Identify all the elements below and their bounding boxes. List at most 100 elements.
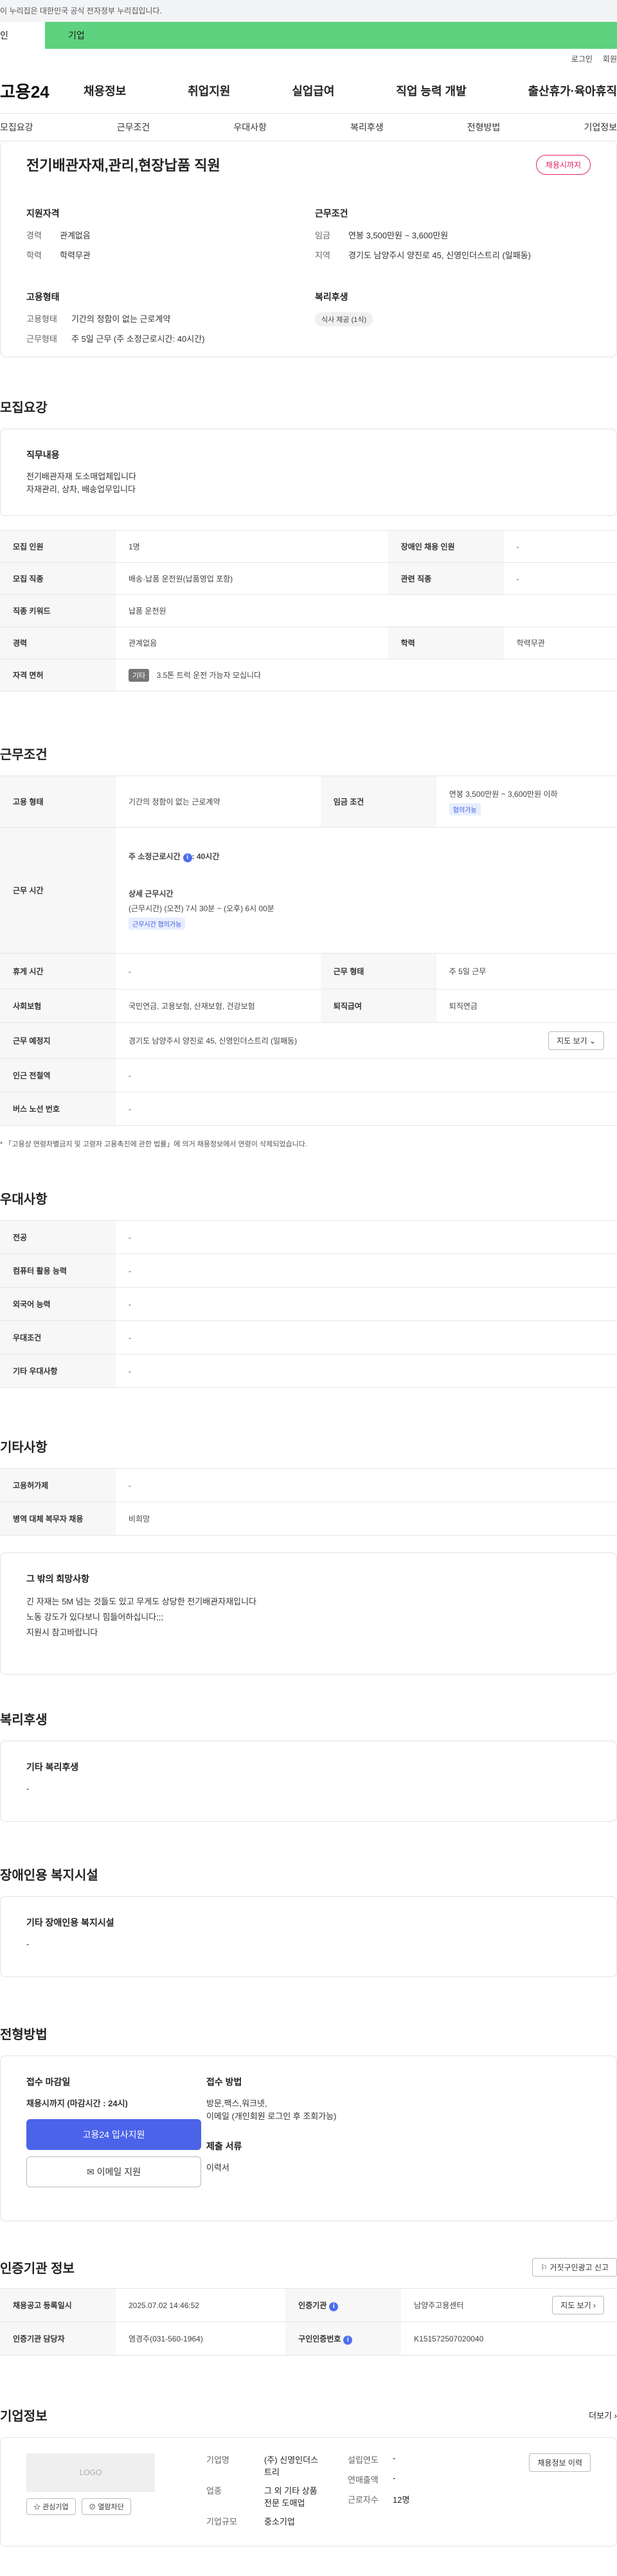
benefit-section: 복리후생 기타 복리후생 - (0, 1709, 617, 1822)
label: 채용공고 등록일시 (0, 2288, 116, 2322)
value: 비희망 (116, 1502, 617, 1536)
gnb-item-unemployment-benefit[interactable]: 실업급여 (292, 82, 334, 99)
etc-section: 기타사항 고용허가제 - 병역 대체 복무자 채용 비희망 그 밖의 희망사항 긴 … (0, 1437, 617, 1674)
table-row: 인근 전철역 - (0, 1058, 617, 1092)
label: 근무 형태 (320, 953, 436, 990)
gnb-item-employment-support[interactable]: 취업지원 (188, 82, 230, 99)
label: 퇴직급여 (320, 989, 436, 1023)
job-history-button[interactable]: 채용정보 이력 (529, 2453, 591, 2472)
job-summary-card: 전기배관자재,관리,현장납품 직원 채용시까지 지원자격 경력 관계없음 학력 학력… (0, 141, 617, 357)
subnav-recruit[interactable]: 모집요강 (0, 121, 33, 134)
label: 구인인증번호 (298, 2334, 341, 2343)
value: 국민연금, 고용보험, 산재보험, 건강보험 (116, 989, 321, 1023)
report-false-ad-button[interactable]: ⚐ 거짓구인광고 신고 (532, 2258, 617, 2277)
label: 임금 조건 (320, 776, 436, 828)
label: 고용 형태 (0, 776, 116, 828)
table-row: 직종 키워드 납품 운전원 (0, 594, 617, 627)
facility-box: 기타 장애인용 복지시설 - (0, 1896, 617, 1977)
job-title: 전기배관자재,관리,현장납품 직원 (26, 157, 220, 173)
value: 중소기업 (264, 2517, 295, 2527)
value: - (116, 1287, 617, 1321)
table-row: 자격 면허 기타 3.5톤 트럭 운전 가능자 모십니다 (0, 659, 617, 691)
duty-line: 자재관리, 상차, 배송업무입니다 (26, 484, 136, 494)
subnav-benefits[interactable]: 복리후생 (350, 121, 384, 134)
label: 임금 (315, 231, 330, 240)
work-section: 근무조건 고용 형태 기간의 정함이 없는 근로계약 임금 조건 연봉 3,50… (0, 744, 617, 1149)
label: 경력 (0, 626, 116, 659)
report-icon: ⚐ (541, 2263, 548, 2272)
company-info: 기업명 (주) 신영인더스 트리 업종 그 외 기타 상품 전문 도매업 기업규모 중소기… (206, 2453, 591, 2530)
tab-personal[interactable]: 인 (0, 22, 45, 49)
summary-employment: 고용형태 고용형태 기간의 정함이 없는 근로계약 근무형태 주 5일 근무 (주 … (26, 290, 302, 352)
user-type-tabs: 인 기업 (0, 22, 617, 49)
value: - (503, 562, 617, 595)
login-link[interactable]: 로그인 (571, 53, 593, 64)
info-icon[interactable]: i (183, 853, 192, 862)
value: 염경주(031-560-1964) (116, 2322, 286, 2356)
table-row: 모집 직종 배송·납품 운전원(납품영업 포함) 관련 직종 - (0, 562, 617, 595)
subnav-conditions[interactable]: 근무조건 (117, 121, 150, 134)
company-box: LOGO ☆ 관심기업 ⊘ 열람차단 기업명 (주) 신영인더스 트리 업종 그 외 … (0, 2437, 617, 2546)
subnav-company[interactable]: 기업정보 (584, 121, 617, 134)
label: 휴게 시간 (0, 953, 116, 990)
label: 장애인 채용 인원 (388, 530, 504, 563)
gnb-item-parental-leave[interactable]: 출산휴가·육아휴직 (528, 82, 617, 99)
value: 3.5톤 트럭 운전 가능자 모십니다 (156, 670, 262, 680)
label: 전공 (0, 1220, 116, 1254)
value: - (116, 1220, 617, 1254)
join-link[interactable]: 회원 (603, 53, 617, 64)
site-logo[interactable]: 고용24 (0, 79, 84, 103)
industry-line: 전문 도매업 (264, 2498, 305, 2508)
subnav-process[interactable]: 전형방법 (467, 121, 501, 134)
info-icon[interactable]: i (343, 2335, 353, 2345)
table-row: 경력 관계없음 학력 학력무관 (0, 626, 617, 659)
preference-section: 우대사항 전공 - 컴퓨터 활용 능력 - 외국어 능력 - 우대조건 - 기타 우대사… (0, 1189, 617, 1388)
tab-corporate[interactable]: 기업 (45, 22, 617, 49)
label: 설립연도 (348, 2455, 379, 2465)
license-cell: 기타 3.5톤 트럭 운전 가능자 모십니다 (116, 659, 617, 691)
subnav-preferences[interactable]: 우대사항 (233, 121, 267, 134)
company-logo-area: LOGO ☆ 관심기업 ⊘ 열람차단 (26, 2453, 206, 2530)
hours-main-label: 주 소정근로시간 (129, 852, 181, 861)
apply-online-button[interactable]: 고용24 입사지원 (26, 2119, 201, 2150)
label: 기업명 (206, 2455, 229, 2465)
star-icon: ☆ (33, 2503, 40, 2511)
summary-employment-heading: 고용형태 (26, 292, 60, 302)
method-line: 이메일 (개인회원 로그인 후 조회가능) (206, 2111, 337, 2121)
summary-conditions: 근무조건 임금 연봉 3,500만원 ~ 3,600만원 지역 경기도 남양주시 양… (315, 207, 591, 269)
favorite-company-button[interactable]: ☆ 관심기업 (26, 2498, 76, 2515)
section-title-work: 근무조건 (0, 748, 48, 762)
facility-heading: 기타 장애인용 복지시설 (26, 1917, 114, 1928)
info-icon[interactable]: i (329, 2302, 339, 2311)
hours-detail-heading: 상세 근무시간 (129, 889, 174, 898)
section-title-company: 기업정보 (0, 2410, 48, 2424)
block-company-button[interactable]: ⊘ 열람차단 (82, 2498, 131, 2515)
wage-negotiable-chip: 협의가능 (449, 803, 481, 815)
gnb-item-jobs[interactable]: 채용정보 (84, 82, 126, 99)
value: 관계없음 (60, 231, 91, 240)
org-map-button[interactable]: 지도 보기 › (552, 2296, 604, 2314)
section-title-etc: 기타사항 (0, 1441, 48, 1455)
table-row: 전공 - (0, 1220, 617, 1254)
company-more-link[interactable]: 더보기 › (589, 2409, 617, 2421)
hours-main: 주 소정근로시간 i: 40시간 (129, 851, 604, 862)
other-wishes-line: 노동 강도가 있다보니 힘들어하십니다;;; (26, 1612, 164, 1622)
table-row: 컴퓨터 활용 능력 - (0, 1254, 617, 1288)
company-name-line: 트리 (264, 2467, 280, 2477)
section-title-process: 전형방법 (0, 2028, 48, 2042)
etc-table: 고용허가제 - 병역 대체 복무자 채용 비희망 (0, 1468, 617, 1536)
duty-box: 직무내용 전기배관자재 도소매업체입니다 자재관리, 상차, 배송업무입니다 (0, 429, 617, 516)
summary-conditions-heading: 근무조건 (315, 208, 348, 218)
hours-detail-value: (근무시간) (오전) 7시 30분 ~ (오후) 6시 00분 (129, 904, 274, 913)
block-icon: ⊘ (89, 2503, 96, 2511)
docs-value: 이력서 (206, 2163, 229, 2172)
email-apply-button[interactable]: ✉ 이메일 지원 (26, 2156, 201, 2187)
gnb-item-training[interactable]: 직업 능력 개발 (396, 82, 466, 99)
table-row: 인증기관 담당자 염경주(031-560-1964) 구인인증번호 i K1515… (0, 2322, 617, 2356)
value: 학력무관 (60, 251, 91, 260)
cert-table: 채용공고 등록일시 2025.07.02 14:46:52 인증기관 i 남양주고… (0, 2288, 617, 2356)
label: 학력 (388, 626, 504, 659)
label: 자격 면허 (0, 659, 116, 691)
map-view-button[interactable]: 지도 보기 ⌄ (548, 1031, 604, 1050)
table-row: 사회보험 국민연금, 고용보험, 산재보험, 건강보험 퇴직급여 퇴직연금 (0, 989, 617, 1023)
